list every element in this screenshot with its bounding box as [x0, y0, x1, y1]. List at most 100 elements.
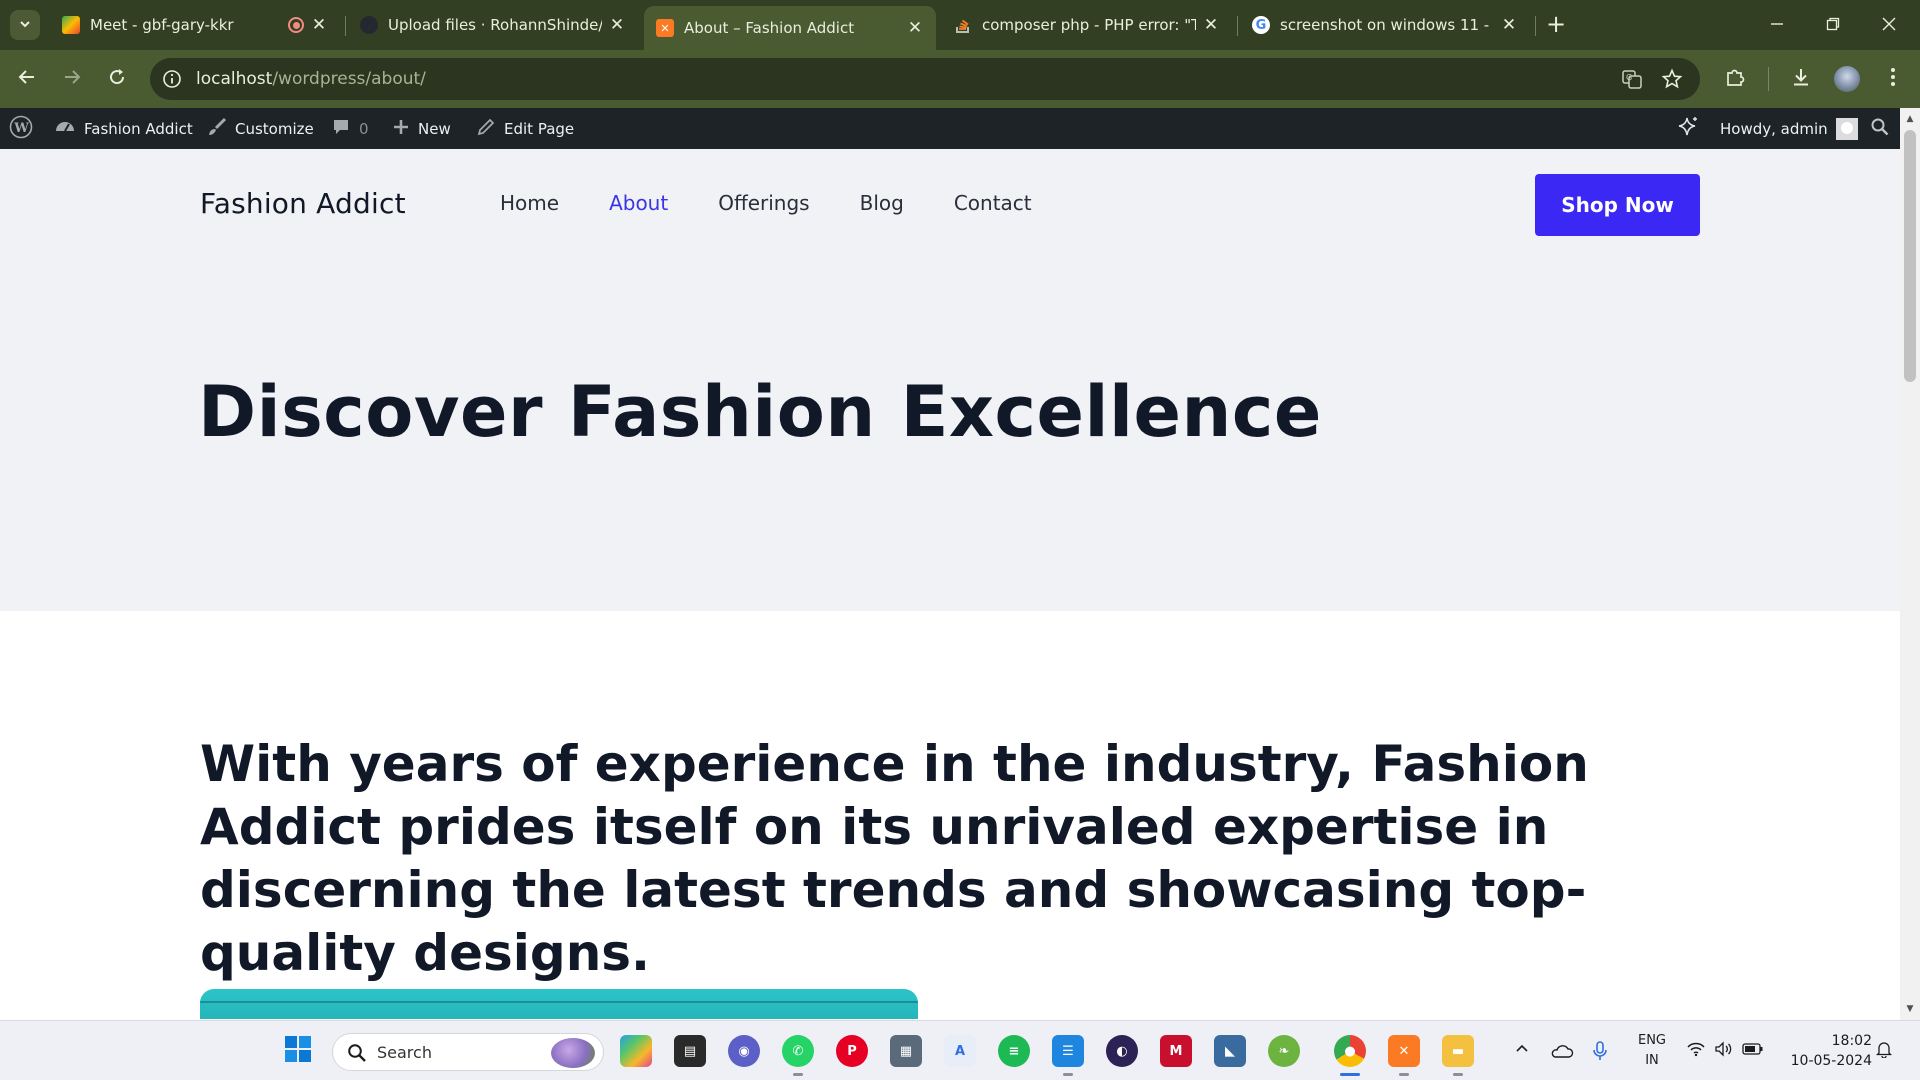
- clock[interactable]: 18:02 10-05-2024: [1782, 1031, 1872, 1071]
- copilot-icon[interactable]: [620, 1035, 652, 1067]
- more-vertical-icon: [1890, 67, 1896, 91]
- mcafee-icon[interactable]: M: [1160, 1035, 1192, 1067]
- onedrive-icon[interactable]: [1550, 1021, 1574, 1080]
- pinterest-icon[interactable]: P: [836, 1035, 868, 1067]
- browser-menu-button[interactable]: [1878, 64, 1908, 94]
- spotify-icon[interactable]: ≡: [998, 1035, 1030, 1067]
- sparkle-icon: [1674, 114, 1708, 144]
- browser-tab[interactable]: Meet - gbf-gary-kkr ✕: [50, 6, 340, 44]
- running-indicator: [793, 1073, 803, 1076]
- eclipse-icon[interactable]: ◐: [1106, 1035, 1138, 1067]
- pencil-icon: [476, 117, 504, 141]
- url-text[interactable]: localhost/wordpress/about/: [196, 69, 426, 89]
- taskbar-search-box[interactable]: Search: [332, 1033, 604, 1071]
- windows-logo-icon: [284, 1035, 312, 1067]
- input-language[interactable]: ENG IN: [1632, 1031, 1672, 1071]
- teams-chat-icon[interactable]: ◉: [728, 1035, 760, 1067]
- about-image: [200, 989, 918, 1019]
- chevron-up-icon: [1514, 1041, 1530, 1061]
- toolbar-divider: [1768, 67, 1769, 91]
- avatar: [1835, 117, 1858, 140]
- search-icon: [1870, 117, 1898, 141]
- file-explorer-icon[interactable]: ▬: [1442, 1035, 1474, 1067]
- minimize-button[interactable]: [1764, 12, 1790, 38]
- running-indicator: [1453, 1073, 1463, 1076]
- start-button[interactable]: [282, 1035, 314, 1067]
- notepad-icon[interactable]: ☰: [1052, 1035, 1084, 1067]
- reload-button[interactable]: [102, 64, 132, 94]
- browser-tab[interactable]: composer php - PHP error: "The ✕: [942, 6, 1232, 44]
- comment-bubble-icon: [331, 117, 359, 141]
- shop-now-button[interactable]: Shop Now: [1535, 174, 1700, 236]
- xampp-icon: ✕: [656, 19, 674, 37]
- forward-button[interactable]: [57, 64, 87, 94]
- notifications-button[interactable]: [1875, 1021, 1893, 1080]
- comments-count: 0: [359, 119, 369, 138]
- customize-link[interactable]: Customize: [207, 108, 314, 149]
- mysql-workbench-icon[interactable]: ◣: [1214, 1035, 1246, 1067]
- wordpress-logo-icon: W: [9, 115, 41, 143]
- profile-button[interactable]: [1832, 64, 1862, 94]
- google-icon: G: [1252, 16, 1270, 34]
- bookmark-star-icon[interactable]: [1660, 67, 1684, 91]
- tab-separator: [1237, 16, 1238, 36]
- microphone-icon[interactable]: [1592, 1021, 1608, 1080]
- close-tab-icon[interactable]: ✕: [310, 15, 328, 35]
- nav-item-home[interactable]: Home: [500, 191, 559, 215]
- page-title: Discover Fashion Excellence: [198, 371, 1322, 453]
- close-tab-icon[interactable]: ✕: [906, 18, 924, 38]
- browser-toolbar: localhost/wordpress/about/ G: [0, 50, 1920, 108]
- close-window-button[interactable]: [1876, 12, 1902, 38]
- nav-item-about[interactable]: About: [609, 191, 668, 215]
- tab-search-button[interactable]: [10, 10, 40, 40]
- page-scrollbar[interactable]: ▲ ▼: [1900, 108, 1920, 1020]
- browser-tab-strip: Meet - gbf-gary-kkr ✕ Upload files · Roh…: [0, 0, 1920, 50]
- edit-page-label: Edit Page: [504, 119, 575, 138]
- whatsapp-icon[interactable]: ✆: [782, 1035, 814, 1067]
- site-info-icon[interactable]: [160, 67, 184, 91]
- browser-tab-active[interactable]: ✕ About – Fashion Addict ✕: [644, 6, 936, 50]
- browser-tab[interactable]: Upload files · RohannShinde/W ✕: [348, 6, 638, 44]
- site-name-menu[interactable]: Fashion Addict: [54, 108, 193, 149]
- site-name-label: Fashion Addict: [84, 119, 193, 138]
- xampp-icon[interactable]: ✕: [1388, 1035, 1420, 1067]
- ai-sparkle-button[interactable]: [1674, 108, 1708, 149]
- new-tab-button[interactable]: +: [1543, 12, 1569, 38]
- scroll-up-arrow-icon[interactable]: ▲: [1905, 114, 1915, 124]
- nav-item-offerings[interactable]: Offerings: [718, 191, 809, 215]
- recording-icon: [288, 17, 304, 33]
- back-button[interactable]: [12, 64, 42, 94]
- close-tab-icon[interactable]: ✕: [1500, 15, 1518, 35]
- admin-search-button[interactable]: [1870, 108, 1898, 149]
- calculator-icon[interactable]: ▦: [890, 1035, 922, 1067]
- wp-logo-menu[interactable]: W: [9, 108, 41, 149]
- running-indicator: [1063, 1073, 1073, 1076]
- close-tab-icon[interactable]: ✕: [1202, 15, 1220, 35]
- site-title[interactable]: Fashion Addict: [200, 187, 406, 220]
- address-bar[interactable]: localhost/wordpress/about/ G: [150, 58, 1700, 100]
- scroll-down-arrow-icon[interactable]: ▼: [1905, 1004, 1915, 1014]
- extensions-button[interactable]: [1720, 64, 1750, 94]
- nav-item-blog[interactable]: Blog: [860, 191, 904, 215]
- chrome-icon[interactable]: ●: [1334, 1035, 1366, 1067]
- scrollbar-thumb[interactable]: [1904, 130, 1916, 382]
- nav-item-contact[interactable]: Contact: [954, 191, 1032, 215]
- translate-icon[interactable]: G: [1620, 67, 1644, 91]
- show-hidden-icons-button[interactable]: [1514, 1021, 1530, 1080]
- browser-tab[interactable]: G screenshot on windows 11 - Go ✕: [1240, 6, 1530, 44]
- terminal-icon[interactable]: ▤: [674, 1035, 706, 1067]
- new-content-menu[interactable]: New: [392, 108, 451, 149]
- active-app-indicator: [1340, 1073, 1360, 1076]
- arrow-right-icon: [62, 67, 82, 91]
- edit-page-link[interactable]: Edit Page: [476, 108, 574, 149]
- reload-icon: [107, 67, 127, 91]
- close-tab-icon[interactable]: ✕: [608, 15, 626, 35]
- comments-link[interactable]: 0: [331, 108, 369, 149]
- spring-tools-icon[interactable]: ❧: [1268, 1035, 1300, 1067]
- downloads-button[interactable]: [1786, 64, 1816, 94]
- restore-button[interactable]: [1820, 12, 1846, 38]
- quick-settings-button[interactable]: [1686, 1021, 1764, 1080]
- translator-icon[interactable]: A: [944, 1035, 976, 1067]
- clock-time: 18:02: [1831, 1033, 1872, 1049]
- my-account-menu[interactable]: Howdy, admin: [1720, 108, 1858, 149]
